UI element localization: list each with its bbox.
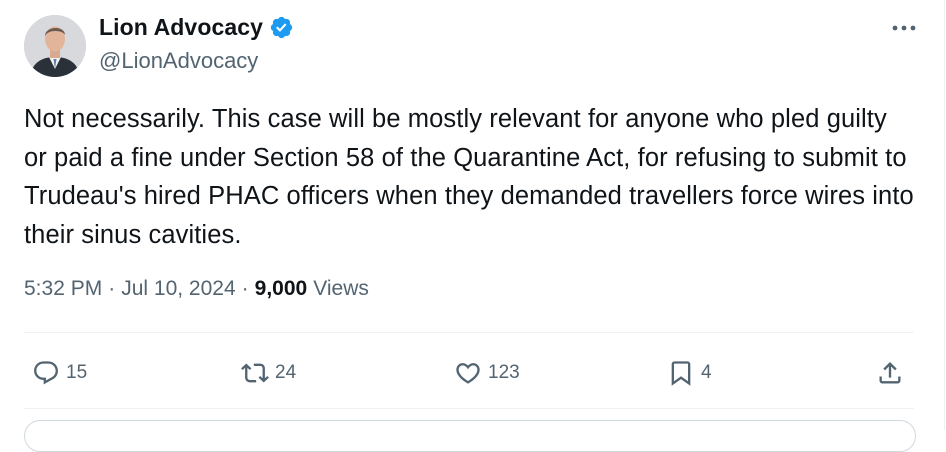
- avatar[interactable]: [24, 15, 86, 77]
- heart-icon: [456, 363, 480, 384]
- divider: [24, 408, 914, 409]
- repost-button[interactable]: 24: [241, 345, 296, 401]
- reply-composer[interactable]: [24, 420, 916, 452]
- tweet-meta: 5:32 PM · Jul 10, 2024 · 9,000 Views: [24, 277, 369, 301]
- divider: [24, 332, 914, 333]
- views-label: Views: [313, 277, 369, 300]
- meta-separator: ·: [241, 277, 249, 300]
- verified-badge-icon: [269, 15, 294, 40]
- meta-separator: ·: [108, 277, 116, 300]
- bookmark-button[interactable]: 4: [667, 345, 712, 401]
- author-name[interactable]: Lion Advocacy: [99, 14, 263, 41]
- more-options-icon[interactable]: [890, 18, 918, 38]
- like-count: 123: [488, 362, 520, 383]
- like-button[interactable]: 123: [454, 345, 520, 401]
- share-icon: [879, 362, 901, 384]
- author-handle[interactable]: @LionAdvocacy: [99, 48, 258, 74]
- tweet-time[interactable]: 5:32 PM: [24, 277, 102, 301]
- repost-icon: [241, 363, 269, 383]
- tweet-date[interactable]: Jul 10, 2024: [121, 277, 235, 301]
- share-button[interactable]: [876, 345, 904, 401]
- action-bar: 15 24 123 4: [24, 345, 914, 401]
- reply-button[interactable]: 15: [32, 345, 87, 401]
- views-count: 9,000: [254, 277, 308, 300]
- reply-count: 15: [66, 362, 88, 383]
- tweet-text: Not necessarily. This case will be mostl…: [24, 105, 914, 249]
- bookmark-count: 4: [701, 362, 712, 383]
- reply-icon: [34, 361, 58, 385]
- repost-count: 24: [275, 362, 297, 383]
- bookmark-icon: [671, 361, 691, 386]
- timeline-border: [944, 0, 945, 430]
- avatar-photo: [24, 15, 86, 77]
